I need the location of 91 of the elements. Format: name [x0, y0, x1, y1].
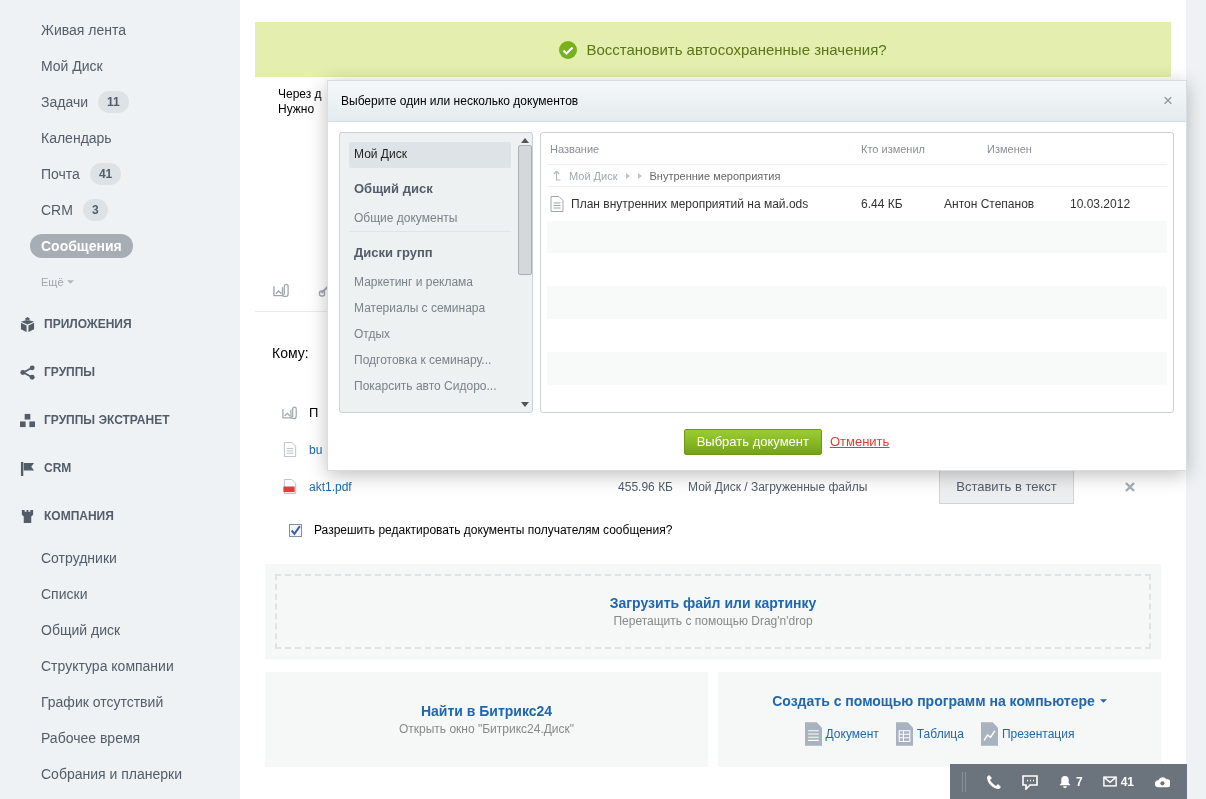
sidebar-section[interactable]: ПРИЛОЖЕНИЯ	[44, 317, 132, 331]
banner-text: Восстановить автосохраненные значения?	[586, 41, 887, 58]
find-hint: Открыть окно "Битрикс24.Диск"	[398, 722, 575, 736]
sidebar-item[interactable]: Живая лента	[41, 22, 126, 38]
sidebar-item[interactable]: Задачи	[41, 94, 88, 110]
sidebar-section[interactable]: ГРУППЫ	[44, 365, 96, 379]
notifications-button[interactable]: 7	[1058, 774, 1083, 789]
upload-area[interactable]: Загрузить файл или картинку Перетащить с помощью Drag'n'drop	[265, 564, 1161, 659]
chart-file-icon	[980, 722, 998, 746]
file-size: 455.96 КБ	[617, 479, 673, 494]
sidebar-item[interactable]: Мой Диск	[41, 58, 103, 74]
counter-badge: 3	[82, 199, 108, 221]
phone-icon[interactable]	[986, 773, 1002, 790]
message-text: Через д	[278, 87, 322, 102]
tree-heading: Общий диск	[349, 167, 511, 205]
chat-icon[interactable]	[1022, 773, 1038, 790]
sidebar-item[interactable]: Календарь	[41, 130, 112, 146]
scroll-up-icon[interactable]	[520, 138, 529, 143]
mail-icon	[1102, 775, 1117, 788]
sidebar-item[interactable]: Структура компании	[41, 658, 174, 674]
restore-banner[interactable]: Восстановить автосохраненные значения?	[255, 22, 1171, 77]
file-link[interactable]: akt1.pdf	[309, 479, 559, 494]
file-location: Мой Диск / Загруженные файлы	[688, 479, 869, 494]
sidebar-item[interactable]: CRM	[41, 202, 73, 218]
create-option[interactable]: Таблица	[895, 722, 964, 746]
create-option[interactable]: Документ	[804, 722, 879, 746]
share-icon	[20, 364, 35, 380]
pdf-file-icon	[282, 479, 298, 494]
create-option[interactable]: Презентация	[980, 722, 1075, 746]
column-header[interactable]: Изменен	[987, 142, 1077, 155]
sidebar-item[interactable]: Сотрудники	[41, 550, 117, 566]
upload-link[interactable]: Загрузить файл или картинку	[609, 595, 817, 611]
counter-badge: 41	[89, 163, 122, 185]
document-icon	[804, 722, 822, 746]
checkbox-label: Разрешить редактировать документы получателям сообщения?	[314, 523, 673, 537]
caret-icon	[66, 279, 74, 285]
check-icon	[559, 40, 578, 59]
tree-item[interactable]: Материалы с семинара	[349, 295, 511, 321]
find-card[interactable]: Найти в Битрикс24 Открыть окно "Битрикс24.Диск"	[265, 672, 708, 767]
caret-icon	[1099, 698, 1107, 704]
sidebar-item[interactable]: График отсутствий	[41, 694, 164, 710]
message-text: Нужно	[278, 102, 315, 117]
scrollbar-thumb[interactable]	[517, 145, 532, 275]
option-label: Таблица	[916, 727, 964, 741]
tree-item[interactable]: Мой Диск	[349, 142, 511, 167]
sidebar-item[interactable]: Почта	[41, 166, 80, 182]
tree-item[interactable]: Подготовка к семинару...	[349, 347, 511, 373]
table-cell-text: 10.03.2012	[1070, 197, 1132, 211]
column-header[interactable]: Название	[547, 142, 861, 155]
tree-item[interactable]: Отдых	[349, 321, 511, 347]
sidebar-section[interactable]: КОМПАНИЯ	[44, 509, 114, 523]
recipients-label: Кому:	[272, 345, 309, 361]
tree-item[interactable]: Маркетинг и реклама	[349, 269, 511, 295]
spreadsheet-icon	[895, 722, 913, 746]
file-name[interactable]: План внутренних мероприятий на май.ods	[571, 197, 809, 211]
close-button[interactable]: ×	[1163, 91, 1173, 111]
table-cell-text: Антон Степанов	[944, 197, 1036, 211]
option-label: Презентация	[1001, 727, 1075, 741]
insert-button[interactable]: Вставить в текст	[939, 469, 1074, 504]
create-link[interactable]: Создать с помощью программ на компьютере	[772, 693, 1107, 709]
table-cell-text: 6.44 КБ	[861, 197, 904, 211]
sidebar-item[interactable]: Собрания и планерки	[41, 766, 182, 782]
column-header[interactable]: Кто изменил	[861, 142, 987, 155]
tree-item[interactable]: Покарсить авто Сидоро...	[349, 373, 511, 399]
bell-icon	[1058, 775, 1072, 788]
breadcrumb-link[interactable]: Внутренние мероприятия	[649, 169, 781, 182]
sidebar-item[interactable]: Списки	[41, 586, 88, 602]
sidebar-item[interactable]: Рабочее время	[41, 730, 141, 746]
cancel-link[interactable]: Отменить	[829, 434, 890, 449]
messages-button[interactable]: 41	[1102, 774, 1135, 789]
image-attach-icon	[282, 405, 298, 420]
blocks-icon	[20, 412, 35, 428]
find-link[interactable]: Найти в Битрикс24	[420, 703, 553, 719]
upload-hint: Перетащить с помощью Drag'n'drop	[613, 614, 813, 628]
tree-item[interactable]: Общие документы	[349, 205, 511, 231]
counter-badge: 11	[98, 91, 129, 113]
document-icon	[550, 196, 564, 212]
sidebar-item[interactable]: Общий диск	[41, 622, 121, 638]
sidebar-section[interactable]: ГРУППЫ ЭКСТРАНЕТ	[44, 413, 170, 427]
sidebar-section[interactable]: CRM	[44, 461, 72, 475]
option-label: Документ	[825, 727, 879, 741]
checkbox[interactable]	[289, 523, 302, 537]
attachments-label: П	[309, 405, 319, 420]
flag-icon	[20, 460, 35, 476]
document-icon	[282, 442, 298, 457]
image-attach-icon[interactable]	[273, 283, 290, 297]
tree-heading: Диски групп	[349, 231, 511, 269]
dialog-title: Выберите один или несколько документов	[341, 94, 579, 108]
tower-icon	[20, 508, 35, 524]
scroll-down-icon[interactable]	[520, 402, 529, 407]
box-icon	[20, 316, 35, 332]
